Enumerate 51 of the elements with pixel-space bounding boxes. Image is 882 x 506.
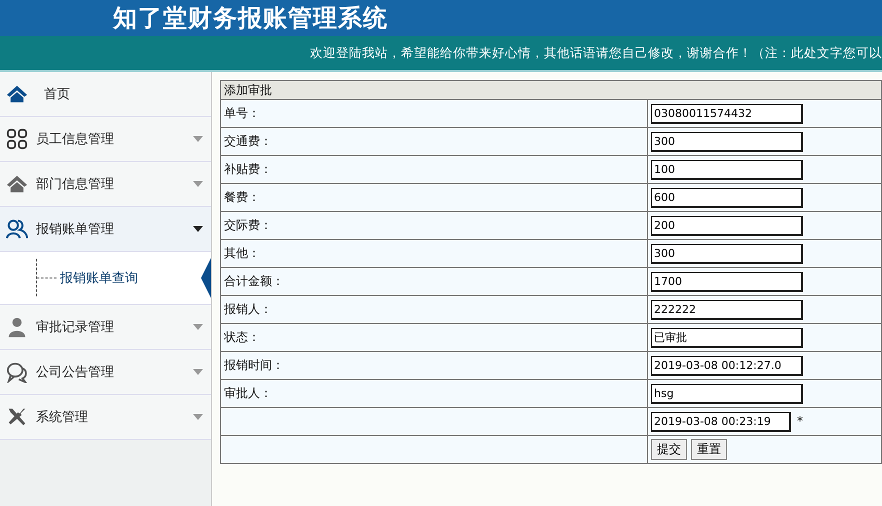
field-label: 其他： — [224, 246, 260, 260]
input-field[interactable]: 300 — [651, 132, 803, 152]
field-label: 报销时间： — [224, 358, 284, 372]
sidebar-item[interactable]: 员工信息管理 — [0, 117, 211, 162]
active-pointer-icon — [201, 258, 211, 298]
form-button[interactable]: 提交 — [651, 439, 687, 460]
input-field[interactable]: 100 — [651, 160, 803, 180]
field-label: 审批人： — [224, 386, 272, 400]
field-label: 补贴费： — [224, 162, 272, 176]
form-title: 添加审批 — [224, 82, 272, 96]
menu-label: 报销账单管理 — [36, 221, 115, 238]
chat-icon — [6, 361, 28, 383]
field-label: 单号： — [224, 106, 260, 120]
person-icon — [6, 316, 28, 338]
field-label: 合计金额： — [224, 274, 284, 288]
sidebar-item[interactable]: 系统管理 — [0, 395, 211, 440]
field-label: 交通费： — [224, 134, 272, 148]
menu-label: 系统管理 — [36, 409, 89, 426]
grid-icon — [6, 128, 28, 150]
input-field[interactable]: hsg — [651, 384, 803, 404]
app-title: 知了堂财务报账管理系统 — [113, 2, 388, 34]
users-icon — [6, 218, 28, 240]
required-mark: * — [797, 414, 803, 428]
input-field[interactable]: 03080011574432 — [651, 104, 803, 124]
input-field[interactable]: 2019-03-08 00:12:27.0 — [651, 356, 803, 376]
submenu-label: 报销账单查询 — [60, 270, 138, 287]
sidebar-item[interactable]: 部门信息管理 — [0, 162, 211, 207]
home-icon — [6, 173, 28, 195]
menu-label: 部门信息管理 — [36, 176, 115, 193]
menu-label: 员工信息管理 — [36, 131, 115, 148]
menu-label: 首页 — [43, 86, 71, 103]
menu-label: 公司公告管理 — [36, 364, 115, 381]
input-field[interactable]: 已审批 — [651, 328, 803, 348]
field-label: 餐费： — [224, 190, 260, 204]
tools-icon — [6, 406, 28, 428]
sidebar-item[interactable]: 首页 — [0, 72, 211, 117]
form-button[interactable]: 重置 — [691, 439, 727, 460]
home-icon — [6, 83, 28, 105]
input-field[interactable]: 222222 — [651, 300, 803, 320]
welcome-text: 欢迎登陆我站，希望能给你带来好心情，其他话语请您自己修改，谢谢合作！（注：此处文字您可以 — [310, 44, 882, 62]
menu-label: 审批记录管理 — [36, 319, 115, 336]
input-field[interactable]: 300 — [651, 244, 803, 264]
field-label: 状态： — [224, 330, 260, 344]
sidebar-item[interactable]: 公司公告管理 — [0, 350, 211, 395]
sidebar-item[interactable]: 审批记录管理 — [0, 305, 211, 350]
input-field[interactable]: 1700 — [651, 272, 803, 292]
field-label: 报销人： — [224, 302, 272, 316]
input-field[interactable]: 2019-03-08 00:23:19 — [651, 412, 791, 432]
input-field[interactable]: 200 — [651, 216, 803, 236]
input-field[interactable]: 600 — [651, 188, 803, 208]
field-label: 交际费： — [224, 218, 272, 232]
